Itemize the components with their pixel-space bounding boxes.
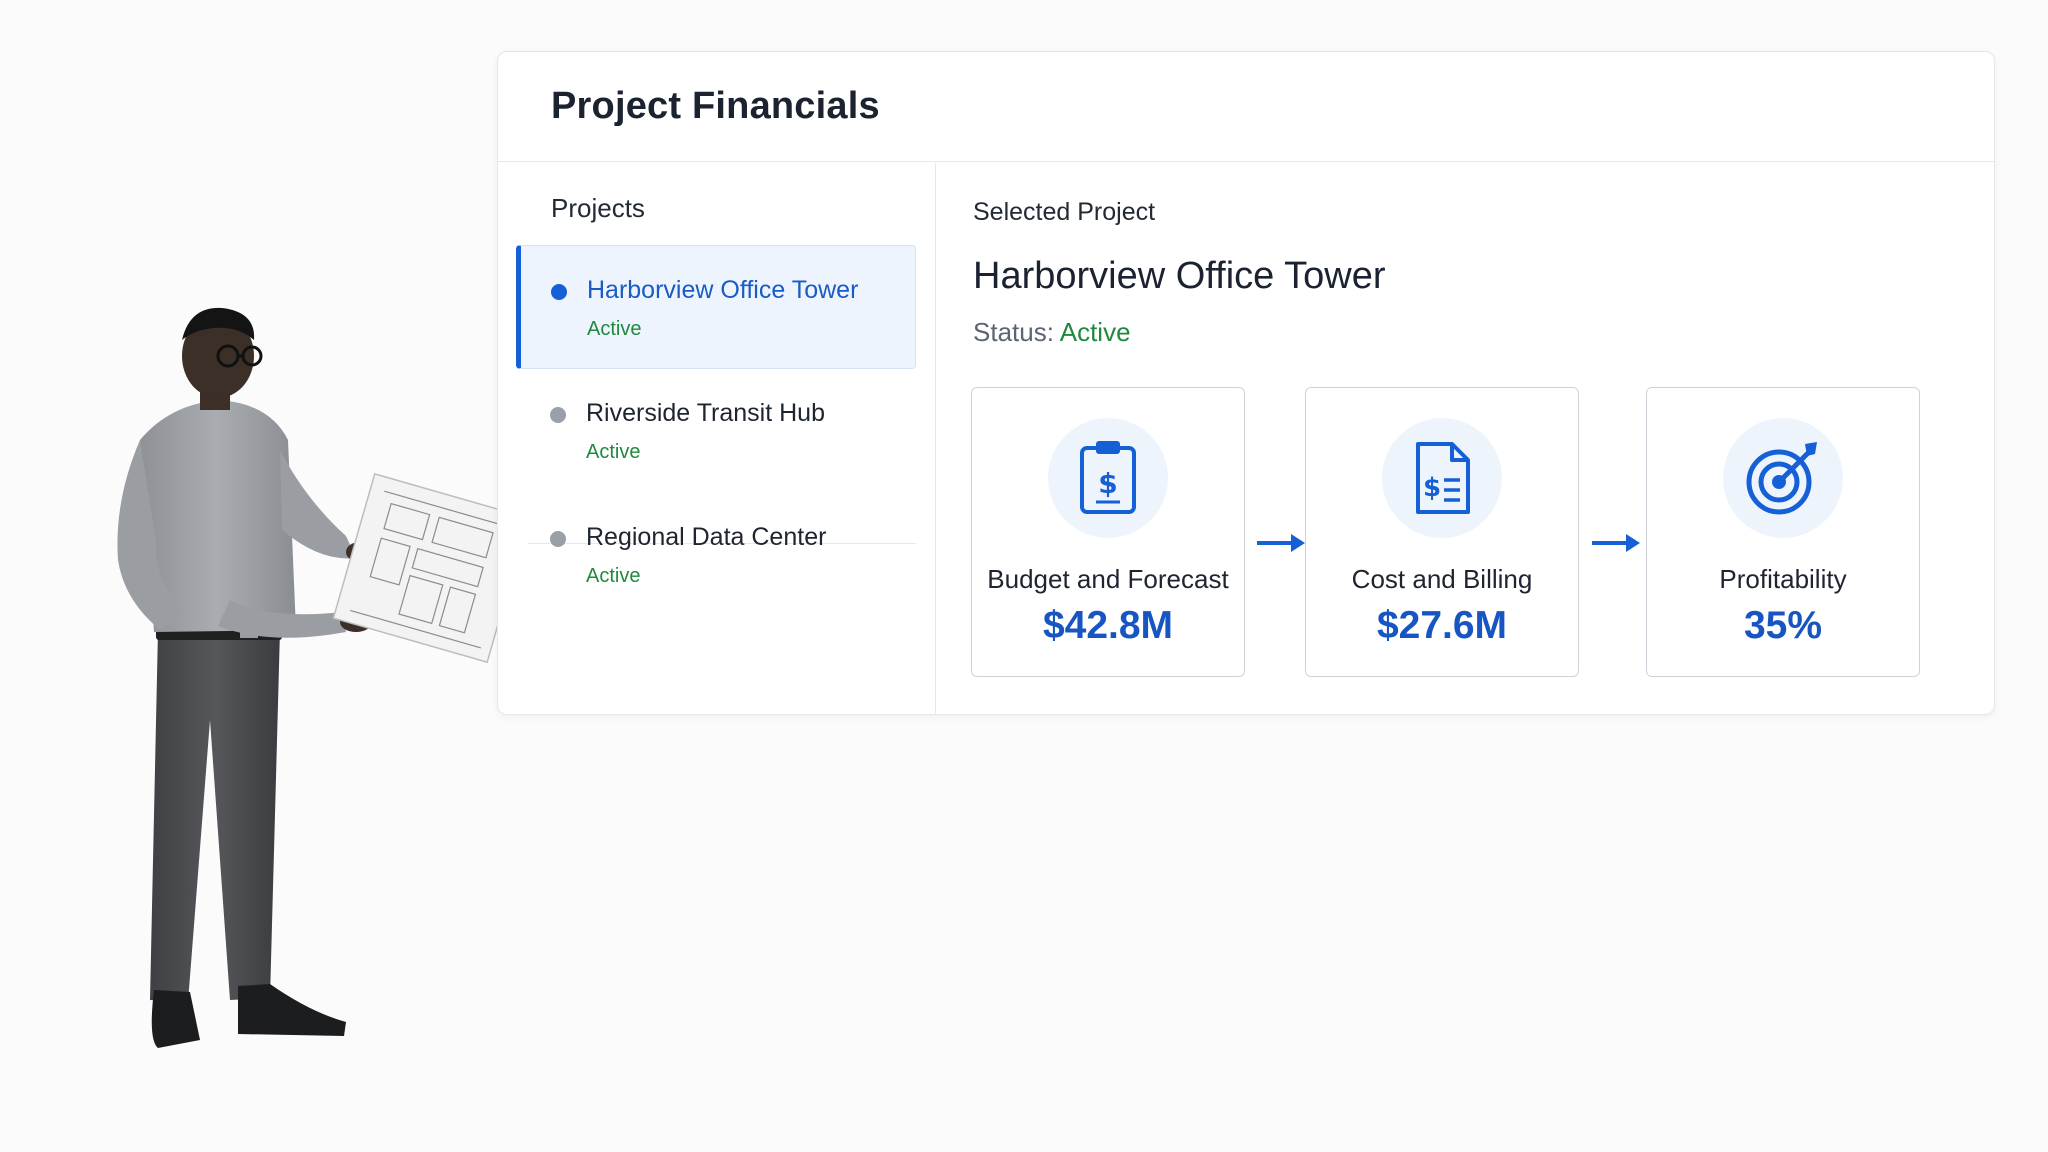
dot-icon <box>550 407 566 423</box>
metric-label: Budget and Forecast <box>987 564 1229 594</box>
svg-text:$: $ <box>1423 473 1441 503</box>
project-name: Harborview Office Tower <box>587 276 859 304</box>
metric-card-budget[interactable]: $ Budget and Forecast $42.8M <box>971 387 1245 677</box>
selected-dot-icon <box>551 284 567 300</box>
dot-icon <box>550 531 566 547</box>
arrow-right-icon <box>1257 534 1305 552</box>
projects-pane: Projects Harborview Office Tower Active … <box>498 163 936 714</box>
metric-card-cost[interactable]: $ Cost and Billing $27.6M <box>1305 387 1579 677</box>
metric-value: $27.6M <box>1376 604 1508 647</box>
clipboard-dollar-icon: $ <box>1048 418 1168 538</box>
project-financials-card: Project Financials Projects Harborview O… <box>497 51 1995 715</box>
metric-card-profitability[interactable]: Profitability 35% <box>1646 387 1920 677</box>
project-status: Active <box>586 441 641 463</box>
status-value: Active <box>1059 317 1131 347</box>
svg-text:$: $ <box>1098 467 1117 500</box>
projects-label: Projects <box>551 193 645 223</box>
metric-value: $42.8M <box>1042 604 1174 647</box>
card-body: Projects Harborview Office Tower Active … <box>498 163 1994 714</box>
page-title: Project Financials <box>551 85 880 127</box>
project-name: Riverside Transit Hub <box>586 399 825 427</box>
metric-value: 35% <box>1743 604 1823 647</box>
project-status: Active <box>586 565 641 587</box>
selected-project-label: Selected Project <box>973 198 1156 226</box>
metric-label: Profitability <box>1719 564 1847 594</box>
arrow-right-icon <box>1592 534 1640 552</box>
status-label: Status: <box>973 317 1054 347</box>
metric-label: Cost and Billing <box>1351 564 1533 594</box>
person-illustration <box>117 307 530 1048</box>
selected-project-pane: Selected Project Harborview Office Tower… <box>936 163 1994 714</box>
card-header: Project Financials <box>498 52 1994 162</box>
selected-project-status: Status: Active <box>973 317 1131 348</box>
project-item-riverside[interactable]: Riverside Transit Hub Active <box>516 369 916 493</box>
project-item-harborview[interactable]: Harborview Office Tower Active <box>516 245 916 369</box>
project-item-regional[interactable]: Regional Data Center Active <box>516 493 916 617</box>
selected-project-name: Harborview Office Tower <box>973 255 1386 297</box>
target-icon <box>1723 418 1843 538</box>
project-status: Active <box>587 318 642 340</box>
invoice-dollar-icon: $ <box>1382 418 1502 538</box>
project-name: Regional Data Center <box>586 523 827 551</box>
